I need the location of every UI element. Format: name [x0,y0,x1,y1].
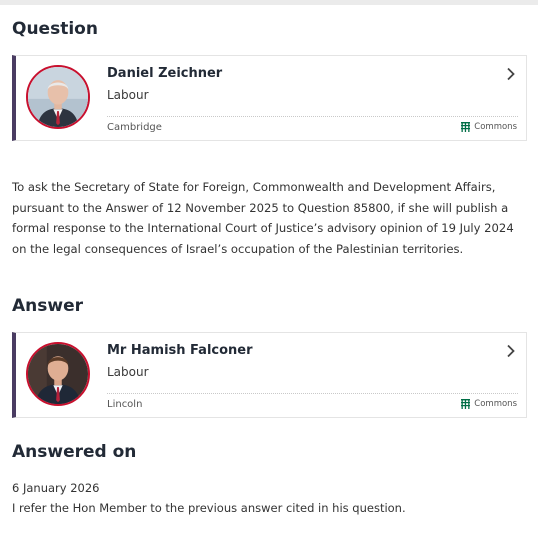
card-divider [107,393,518,394]
avatar-photo-daniel-zeichner [28,67,88,127]
member-name: Daniel Zeichner [107,66,223,81]
answer-text: I refer the Hon Member to the previous a… [12,501,406,515]
card-divider [107,116,518,117]
answer-heading: Answer [12,296,83,316]
answered-date: 6 January 2026 [12,481,100,495]
house-tag: Commons [461,122,517,132]
question-member-card[interactable]: Daniel Zeichner Labour Cambridge Commons [12,55,527,141]
member-party: Labour [107,88,149,102]
member-avatar [26,65,90,129]
house-tag: Commons [461,399,517,409]
chevron-right-icon[interactable] [506,67,516,81]
top-bar [0,0,538,5]
answer-member-card[interactable]: Mr Hamish Falconer Labour Lincoln Common… [12,332,527,418]
portcullis-icon [461,122,471,132]
question-text: To ask the Secretary of State for Foreig… [12,180,514,256]
answered-on-heading: Answered on [12,442,137,462]
member-constituency: Lincoln [107,399,143,410]
member-party: Labour [107,365,149,379]
question-heading: Question [12,19,98,39]
house-label: Commons [474,122,517,132]
member-name: Mr Hamish Falconer [107,343,253,358]
house-label: Commons [474,399,517,409]
member-constituency: Cambridge [107,122,162,133]
avatar-photo-hamish-falconer [28,344,88,404]
chevron-right-icon[interactable] [506,344,516,358]
portcullis-icon [461,399,471,409]
member-avatar [26,342,90,406]
